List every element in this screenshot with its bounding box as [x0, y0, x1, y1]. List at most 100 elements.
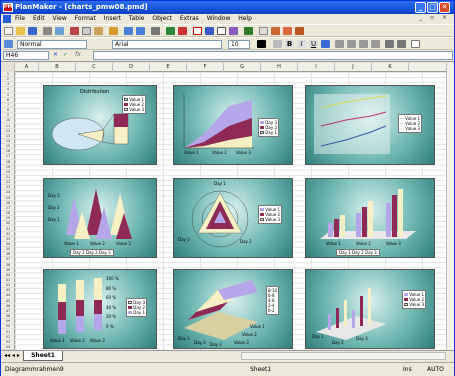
underline-button[interactable]: U	[309, 40, 318, 48]
paste-icon[interactable]	[94, 27, 103, 35]
cancel-icon[interactable]: ✕	[53, 51, 58, 58]
merge-cells-icon[interactable]	[385, 40, 394, 48]
menu-help[interactable]: Help	[238, 15, 252, 22]
column-header[interactable]: H	[261, 63, 298, 72]
column-header[interactable]: G	[224, 63, 261, 72]
align-center-icon[interactable]	[347, 40, 356, 48]
bar3d-4	[356, 213, 361, 237]
vertical-scrollbar[interactable]	[446, 63, 454, 350]
toolbar-extra-icon[interactable]	[295, 27, 304, 35]
chart4-day1: Day 1	[48, 217, 60, 222]
sheet-nav-arrows-icon[interactable]: ◂◂ ◂ ▸	[4, 352, 20, 359]
bold-button[interactable]: B	[285, 40, 294, 48]
drawing-icon[interactable]	[244, 27, 253, 35]
chart-area[interactable]: Day 3 Day 2 Day 1 Value 1 Value 2 Value …	[173, 85, 293, 165]
menu-insert[interactable]: Insert	[104, 15, 121, 22]
align-left-icon[interactable]	[335, 40, 344, 48]
cut-icon[interactable]	[70, 27, 79, 35]
toolbar-red-icon[interactable]	[271, 27, 280, 35]
chart-radar[interactable]: Day 1 Day 3 Day 2 Value 1 Value 2 Value …	[173, 178, 293, 258]
open-folder-icon[interactable]	[16, 27, 25, 35]
superscript-icon[interactable]	[321, 40, 330, 48]
column-header[interactable]: A	[15, 63, 39, 72]
number-format-icon[interactable]	[397, 40, 406, 48]
column-header[interactable]: I	[298, 63, 335, 72]
format-painter-icon[interactable]	[109, 27, 118, 35]
paragraph-style-select[interactable]: Normal	[17, 40, 87, 49]
column-header[interactable]: K	[372, 63, 409, 72]
text-frame-icon[interactable]	[193, 27, 202, 35]
italic-button[interactable]: I	[297, 40, 306, 48]
copy-icon[interactable]	[82, 27, 91, 35]
justify-icon[interactable]	[371, 40, 380, 48]
menu-window[interactable]: Window	[207, 15, 231, 22]
pie-connector-bottom	[101, 141, 115, 145]
column-header[interactable]: B	[39, 63, 76, 72]
chart-3d-cones[interactable]: Day 3 Day 2 Day 1 Value 1 Value 2 Value …	[43, 178, 157, 258]
col3d-5	[360, 296, 363, 326]
menu-file[interactable]: File	[15, 15, 25, 22]
menu-object[interactable]: Object	[152, 15, 172, 22]
chart8-legend-5: 0-2	[268, 308, 275, 313]
find-icon[interactable]	[151, 27, 160, 35]
column-header[interactable]: F	[187, 63, 224, 72]
chart-pie-distribution[interactable]: Distribution Value 1 Value 2 Value 3	[43, 85, 157, 165]
highlight-icon[interactable]	[273, 40, 282, 48]
font-size-select[interactable]: 10	[228, 40, 250, 49]
menu-view[interactable]: View	[53, 15, 67, 22]
chart-3d-surface[interactable]: 8-10 6-8 4-6 2-4 0-2 Day 1 Day 2 Day 3 V…	[173, 269, 293, 349]
horizontal-scrollbar[interactable]	[241, 352, 446, 360]
function-icon[interactable]: fx	[75, 51, 81, 58]
undo-icon[interactable]	[124, 27, 133, 35]
chart-3d-bars[interactable]: Value 1 Value 2 Value 3 Day 1 Day 2 Day …	[305, 178, 435, 258]
redo-icon[interactable]	[136, 27, 145, 35]
column-header[interactable]: E	[150, 63, 187, 72]
chart9-legend: Value 1 Value 2 Value 3	[402, 290, 427, 309]
sheet-tab[interactable]: Sheet1	[23, 351, 63, 361]
select-all-corner[interactable]	[1, 63, 15, 72]
insert-image-icon[interactable]	[178, 27, 187, 35]
planmaker-app-icon[interactable]: PM	[3, 3, 13, 12]
maximize-button[interactable]: □	[427, 2, 438, 13]
window-title: PlanMaker - [charts_pmw08.pmd]	[15, 3, 148, 11]
save-icon[interactable]	[28, 27, 37, 35]
document-window-controls[interactable]: _ ▫ ×	[419, 14, 450, 21]
minimize-button[interactable]: _	[415, 2, 426, 13]
spreadsheet-grid[interactable]: Distribution Value 1 Value 2 Value 3 Day…	[15, 72, 446, 350]
object-mode-icon[interactable]	[4, 40, 13, 48]
menu-format[interactable]: Format	[75, 15, 96, 22]
new-document-icon[interactable]	[4, 27, 13, 35]
column-header[interactable]: J	[335, 63, 372, 72]
zoom-icon[interactable]	[259, 27, 268, 35]
chart6-xlabel-2: Value 2	[356, 241, 371, 246]
print-icon[interactable]	[43, 27, 52, 35]
font-name-select[interactable]: Arial	[112, 40, 222, 49]
insert-chart-icon[interactable]	[166, 27, 175, 35]
chart-stacked-cylinders[interactable]: 100 % 80 % 60 % 40 % 20 % 0 % Day 3 Day …	[43, 269, 157, 349]
chart-line[interactable]: — Value 1 — Value 2 — Value 3	[305, 85, 435, 165]
align-right-icon[interactable]	[359, 40, 368, 48]
column-header[interactable]: D	[113, 63, 150, 72]
print-preview-icon[interactable]	[55, 27, 64, 35]
insert-object-icon[interactable]	[229, 27, 238, 35]
close-button[interactable]: ✕	[439, 2, 450, 13]
cone-chart-svg	[66, 189, 132, 239]
menu-table[interactable]: Table	[129, 15, 145, 22]
chart2-legend: Day 3 Day 2 Day 1	[258, 118, 279, 137]
sort-icon[interactable]	[205, 27, 214, 35]
text-color-icon[interactable]	[257, 40, 266, 48]
chart7-pct-80: 80 %	[106, 285, 117, 291]
chart-3d-columns[interactable]: Value 1 Value 2 Value 3 Day 1 Day 2 Day …	[305, 269, 435, 349]
column-header[interactable]: C	[76, 63, 113, 72]
title-bar: PM PlanMaker - [charts_pmw08.pmd] _ □ ✕	[1, 1, 454, 14]
cyl-3-top	[94, 278, 102, 300]
confirm-icon[interactable]: ✓	[63, 51, 68, 58]
cell-reference-box[interactable]: H46	[3, 51, 49, 60]
toolbar-orange-icon[interactable]	[283, 27, 292, 35]
borders-icon[interactable]	[411, 40, 420, 48]
status-auto-calc: AUTO	[427, 366, 444, 373]
menu-edit[interactable]: Edit	[33, 15, 45, 22]
table-grid-icon[interactable]	[217, 27, 226, 35]
formula-input[interactable]	[93, 51, 453, 60]
menu-extras[interactable]: Extras	[180, 15, 199, 22]
